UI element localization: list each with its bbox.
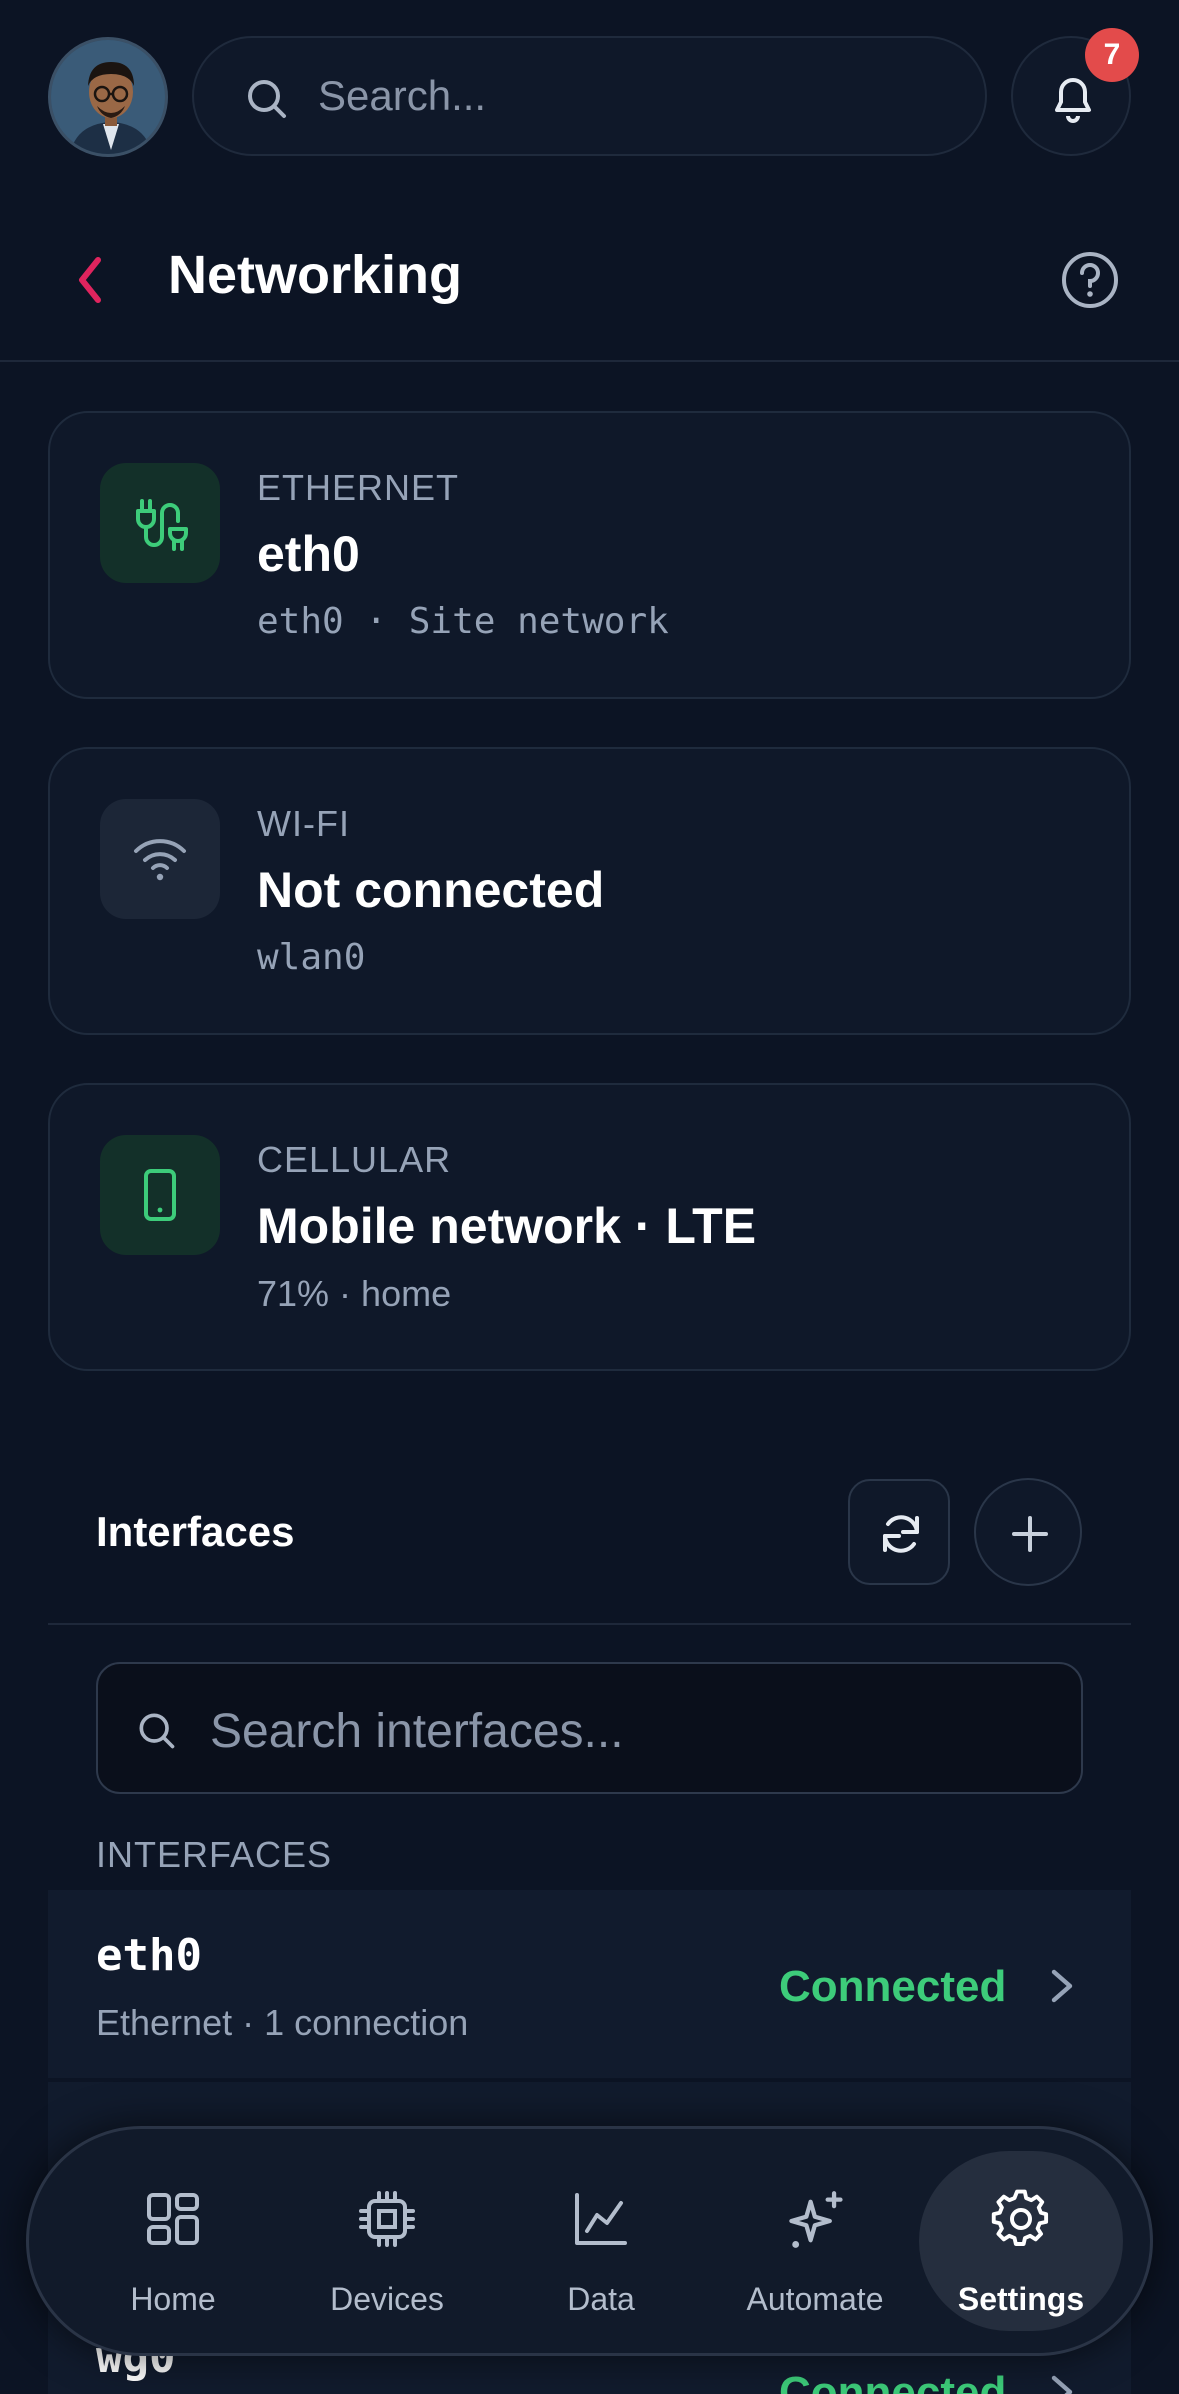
- wifi-tile: [100, 799, 220, 919]
- search-icon: [248, 80, 286, 118]
- home-grid-icon: [147, 2193, 199, 2245]
- card-kind: ETHERNET: [257, 467, 460, 508]
- nav-label: Home: [130, 2281, 216, 2317]
- bottom-nav: Home Devices Data Automate Settings: [26, 2126, 1153, 2356]
- wifi-card[interactable]: WI-FI Not connected wlan0: [48, 747, 1131, 1035]
- status-badge: Connected: [779, 1962, 1007, 2011]
- interfaces-section-title: Interfaces: [96, 1508, 295, 1555]
- nav-label: Automate: [746, 2281, 884, 2317]
- gear-icon: [991, 2189, 1049, 2246]
- help-icon[interactable]: [1060, 250, 1120, 310]
- card-kind: WI-FI: [257, 803, 350, 844]
- interfaces-list-heading: INTERFACES: [96, 1834, 333, 1875]
- ethernet-tile: [100, 463, 220, 583]
- phone-icon: [144, 1169, 176, 1221]
- bell-icon: [1055, 78, 1091, 123]
- page-title: Networking: [168, 245, 463, 305]
- nav-label: Devices: [330, 2281, 444, 2317]
- card-name: Mobile network · LTE: [257, 1198, 757, 1254]
- card-detail: eth0 · Site network: [257, 601, 669, 642]
- global-search[interactable]: Search...: [192, 36, 987, 156]
- chevron-right-icon: [1051, 1969, 1073, 2003]
- nav-devices[interactable]: Devices: [285, 2129, 489, 2353]
- wifi-icon: [134, 839, 186, 881]
- add-interface-button[interactable]: [974, 1478, 1082, 1586]
- ethernet-card[interactable]: ETHERNET eth0 eth0 · Site network: [48, 411, 1131, 699]
- nav-automate[interactable]: Automate: [713, 2129, 917, 2353]
- nav-settings[interactable]: Settings: [919, 2151, 1123, 2331]
- chart-line-icon: [575, 2193, 627, 2245]
- interface-subtitle: Ethernet · 1 connection: [96, 2002, 468, 2044]
- chip-icon: [359, 2191, 415, 2247]
- search-placeholder: Search...: [318, 72, 487, 119]
- section-divider: [48, 1623, 1131, 1625]
- separator-dot: ·: [242, 2002, 265, 2043]
- nav-data[interactable]: Data: [499, 2129, 703, 2353]
- interface-name: eth0: [96, 1930, 202, 1981]
- ethernet-plug-icon: [136, 499, 188, 551]
- cellular-tile: [100, 1135, 220, 1255]
- status-badge: Connected: [779, 2368, 1007, 2394]
- nav-label: Settings: [957, 2281, 1085, 2317]
- avatar-image: [51, 40, 165, 154]
- sparkles-icon: [789, 2191, 843, 2248]
- card-detail: wlan0: [257, 937, 366, 978]
- page-header: Networking: [0, 192, 1179, 362]
- refresh-button[interactable]: [848, 1479, 950, 1585]
- interface-type: Ethernet: [96, 2002, 233, 2043]
- plus-icon: [1012, 1516, 1048, 1552]
- refresh-icon: [883, 1515, 919, 1553]
- card-name: Not connected: [257, 862, 605, 918]
- nav-label: Data: [567, 2281, 635, 2317]
- interface-row-eth0[interactable]: eth0 Ethernet · 1 connection Connected: [48, 1890, 1131, 2080]
- cellular-card[interactable]: CELLULAR Mobile network · LTE 71% · home: [48, 1083, 1131, 1371]
- interfaces-search-input[interactable]: Search interfaces...: [96, 1662, 1083, 1794]
- card-name: eth0: [257, 526, 360, 582]
- nav-home[interactable]: Home: [71, 2129, 275, 2353]
- back-chevron-icon[interactable]: [70, 252, 110, 308]
- card-kind: CELLULAR: [257, 1139, 452, 1180]
- top-bar: Search... 7: [0, 0, 1179, 192]
- interface-connections: 1 connection: [264, 2002, 469, 2043]
- interfaces-search-placeholder: Search interfaces...: [210, 1705, 624, 1758]
- search-icon: [139, 1713, 175, 1749]
- chevron-right-icon: [1051, 2375, 1073, 2394]
- notification-badge: 7: [1085, 28, 1139, 82]
- avatar[interactable]: [48, 37, 168, 157]
- card-detail: 71% · home: [257, 1273, 452, 1314]
